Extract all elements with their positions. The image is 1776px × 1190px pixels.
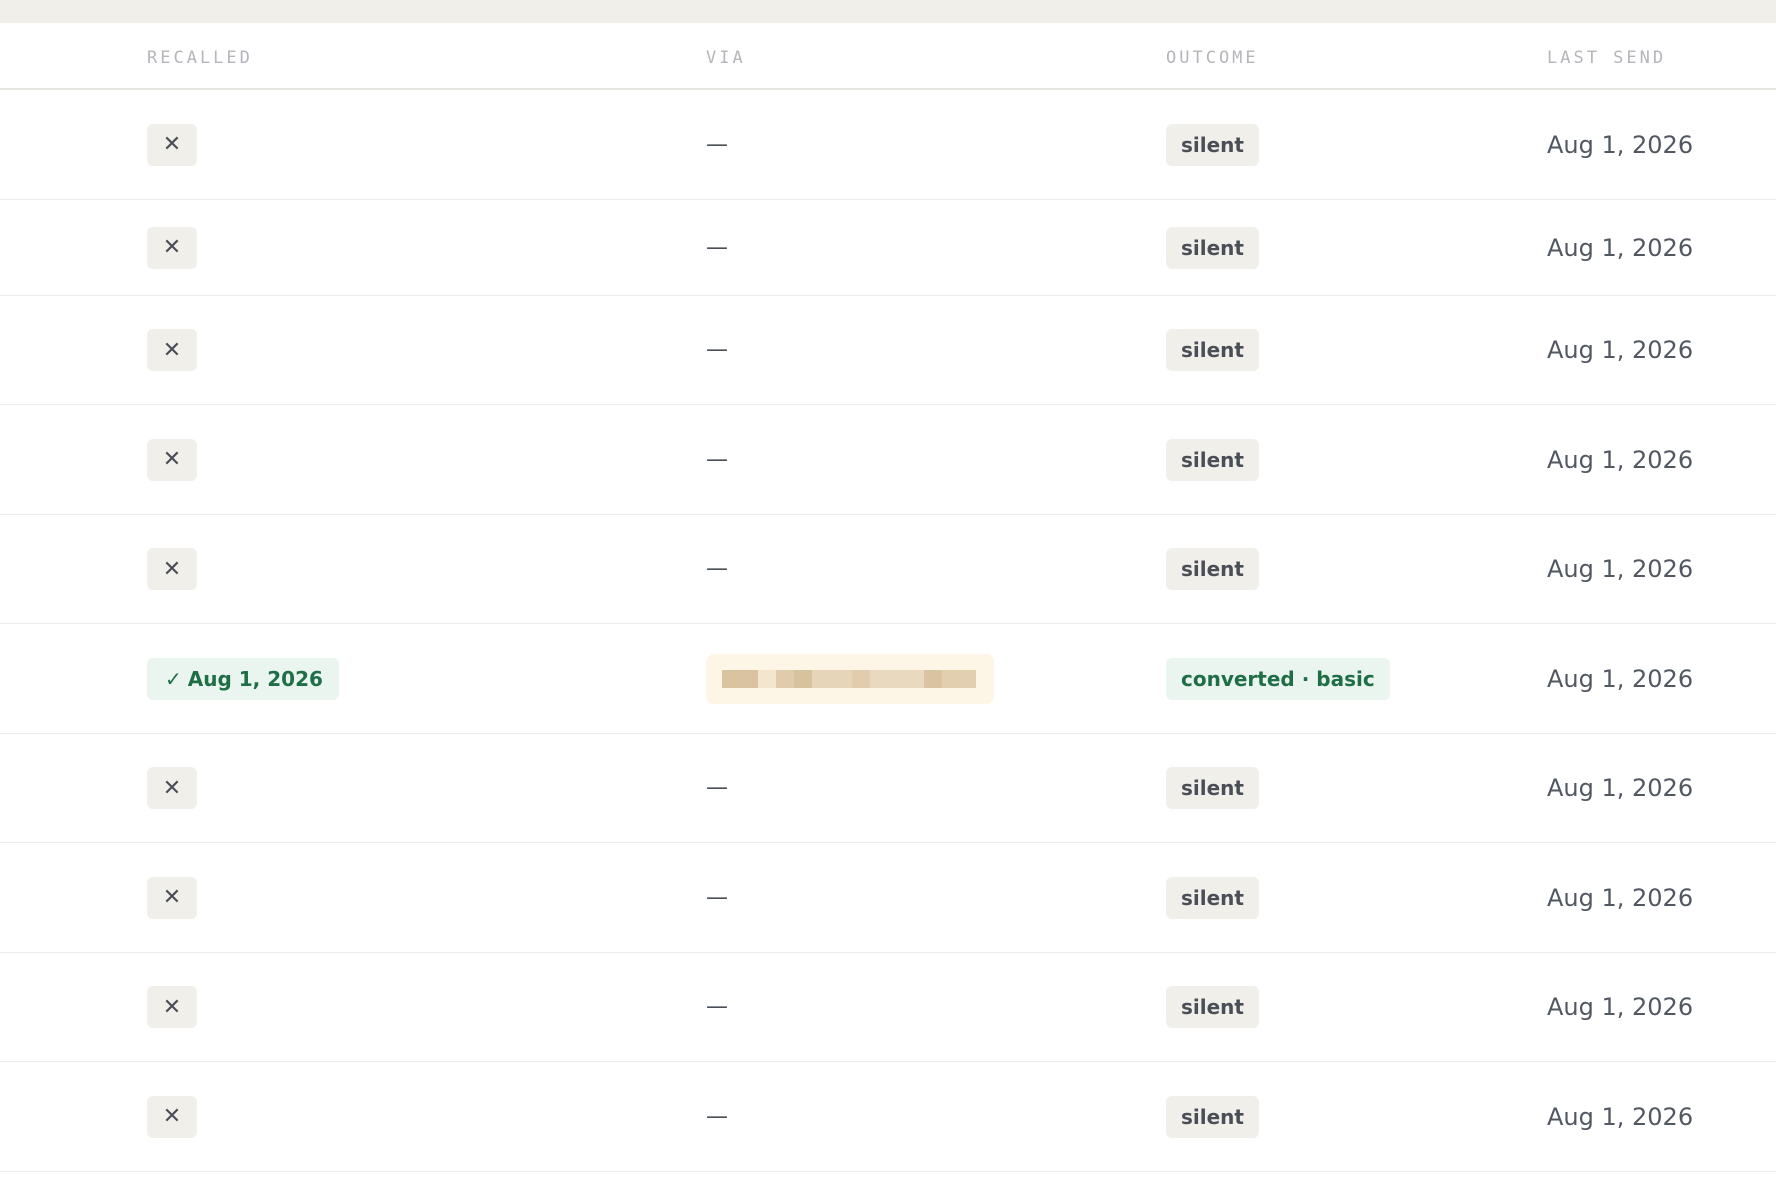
recalled-cell: ✕ xyxy=(147,226,197,269)
recalled-cell: ✕ xyxy=(147,438,197,481)
outcome-badge: silent xyxy=(1166,123,1259,166)
redaction-block xyxy=(852,669,870,688)
redaction-block xyxy=(722,669,758,688)
via-value: — xyxy=(706,337,728,363)
table-row[interactable]: ✕ — silent Aug 1, 2026 xyxy=(0,296,1776,405)
via-cell: — xyxy=(706,557,728,582)
outcome-cell: silent xyxy=(1166,548,1259,590)
last-send-date: Aug 1, 2026 xyxy=(1547,664,1694,693)
recalled-cell: ✕ xyxy=(147,767,197,809)
table-row[interactable]: ✕ — silent Aug 1, 2026 xyxy=(0,843,1776,953)
close-icon: ✕ xyxy=(147,876,197,919)
close-icon: ✕ xyxy=(147,226,197,269)
redaction-block xyxy=(924,669,942,688)
recalled-cell: ✕ xyxy=(147,986,197,1028)
outcome-badge: silent xyxy=(1166,329,1259,371)
via-cell: — xyxy=(706,338,728,363)
outcome-cell: silent xyxy=(1166,226,1259,269)
via-cell: — xyxy=(706,995,728,1020)
table-body: ✕ — silent Aug 1, 2026 ✕ — silent Aug 1, 2026 ✕ —… xyxy=(0,90,1776,1172)
recalled-cell: ✕ xyxy=(147,1095,197,1138)
outcome-cell: silent xyxy=(1166,767,1259,809)
table-row[interactable]: ✕ — silent Aug 1, 2026 xyxy=(0,953,1776,1062)
recalled-cell: ✕ xyxy=(147,876,197,919)
outcome-cell: silent xyxy=(1166,986,1259,1028)
table-row[interactable]: ✕ — silent Aug 1, 2026 xyxy=(0,405,1776,515)
close-icon: ✕ xyxy=(147,767,197,809)
last-send-date: Aug 1, 2026 xyxy=(1547,233,1694,262)
header-outcome[interactable]: OUTCOME xyxy=(1166,48,1259,68)
top-strip xyxy=(0,0,1776,23)
via-cell: — xyxy=(706,132,728,157)
table-header: RECALLED VIA OUTCOME LAST SEND xyxy=(0,23,1776,90)
recalled-cell: ✕ xyxy=(147,123,197,166)
close-icon: ✕ xyxy=(147,438,197,481)
via-value: — xyxy=(706,556,728,582)
redaction-block xyxy=(870,669,924,688)
via-value: — xyxy=(706,885,728,910)
via-value: — xyxy=(706,1104,728,1129)
last-send-date: Aug 1, 2026 xyxy=(1547,555,1694,583)
outcome-cell: silent xyxy=(1166,876,1259,919)
outcome-badge: silent xyxy=(1166,986,1259,1028)
redaction-block xyxy=(812,669,852,688)
via-cell xyxy=(706,653,994,704)
recalled-cell: ✓ Aug 1, 2026 xyxy=(147,657,339,700)
header-via[interactable]: VIA xyxy=(706,48,746,68)
via-cell: — xyxy=(706,1104,728,1129)
redacted-via-value xyxy=(706,653,994,704)
last-send-date: Aug 1, 2026 xyxy=(1547,336,1694,364)
last-send-date: Aug 1, 2026 xyxy=(1547,1102,1694,1131)
close-icon: ✕ xyxy=(147,329,197,371)
table-row[interactable]: ✕ — silent Aug 1, 2026 xyxy=(0,515,1776,624)
last-send-date: Aug 1, 2026 xyxy=(1547,883,1694,912)
redaction-block xyxy=(758,669,776,688)
redaction-block xyxy=(794,669,812,688)
via-value: — xyxy=(706,775,728,801)
redaction-block xyxy=(942,669,976,688)
table-row[interactable]: ✓ Aug 1, 2026 converted · basic Aug 1, 2026 xyxy=(0,624,1776,734)
last-send-date: Aug 1, 2026 xyxy=(1547,445,1694,474)
via-value: — xyxy=(706,132,728,157)
recalled-date-badge: ✓ Aug 1, 2026 xyxy=(147,657,339,700)
redaction-block xyxy=(776,669,794,688)
outcome-badge: converted · basic xyxy=(1166,657,1390,700)
outcome-badge: silent xyxy=(1166,548,1259,590)
outcome-cell: silent xyxy=(1166,329,1259,371)
close-icon: ✕ xyxy=(147,986,197,1028)
outcome-badge: silent xyxy=(1166,1095,1259,1138)
outcome-cell: converted · basic xyxy=(1166,657,1390,700)
via-cell: — xyxy=(706,776,728,801)
last-send-date: Aug 1, 2026 xyxy=(1547,130,1694,159)
table-row[interactable]: ✕ — silent Aug 1, 2026 xyxy=(0,1062,1776,1172)
via-cell: — xyxy=(706,235,728,260)
header-last-send[interactable]: LAST SEND xyxy=(1547,48,1666,68)
header-recalled[interactable]: RECALLED xyxy=(147,48,253,68)
outcome-badge: silent xyxy=(1166,876,1259,919)
last-send-date: Aug 1, 2026 xyxy=(1547,774,1694,802)
check-icon: ✓ xyxy=(165,666,182,691)
outcome-cell: silent xyxy=(1166,438,1259,481)
last-send-date: Aug 1, 2026 xyxy=(1547,993,1694,1021)
via-value: — xyxy=(706,447,728,472)
outcome-cell: silent xyxy=(1166,1095,1259,1138)
close-icon: ✕ xyxy=(147,1095,197,1138)
table-row[interactable]: ✕ — silent Aug 1, 2026 xyxy=(0,200,1776,296)
outcome-badge: silent xyxy=(1166,767,1259,809)
via-cell: — xyxy=(706,447,728,472)
close-icon: ✕ xyxy=(147,548,197,590)
via-cell: — xyxy=(706,885,728,910)
table-row[interactable]: ✕ — silent Aug 1, 2026 xyxy=(0,90,1776,200)
outcome-cell: silent xyxy=(1166,123,1259,166)
outcome-badge: silent xyxy=(1166,226,1259,269)
recalled-cell: ✕ xyxy=(147,548,197,590)
recall-table: RECALLED VIA OUTCOME LAST SEND ✕ — silent A… xyxy=(0,23,1776,1172)
table-row[interactable]: ✕ — silent Aug 1, 2026 xyxy=(0,734,1776,843)
close-icon: ✕ xyxy=(147,123,197,166)
recalled-cell: ✕ xyxy=(147,329,197,371)
outcome-badge: silent xyxy=(1166,438,1259,481)
via-value: — xyxy=(706,235,728,260)
recalled-date-text: Aug 1, 2026 xyxy=(187,666,323,691)
via-value: — xyxy=(706,994,728,1020)
